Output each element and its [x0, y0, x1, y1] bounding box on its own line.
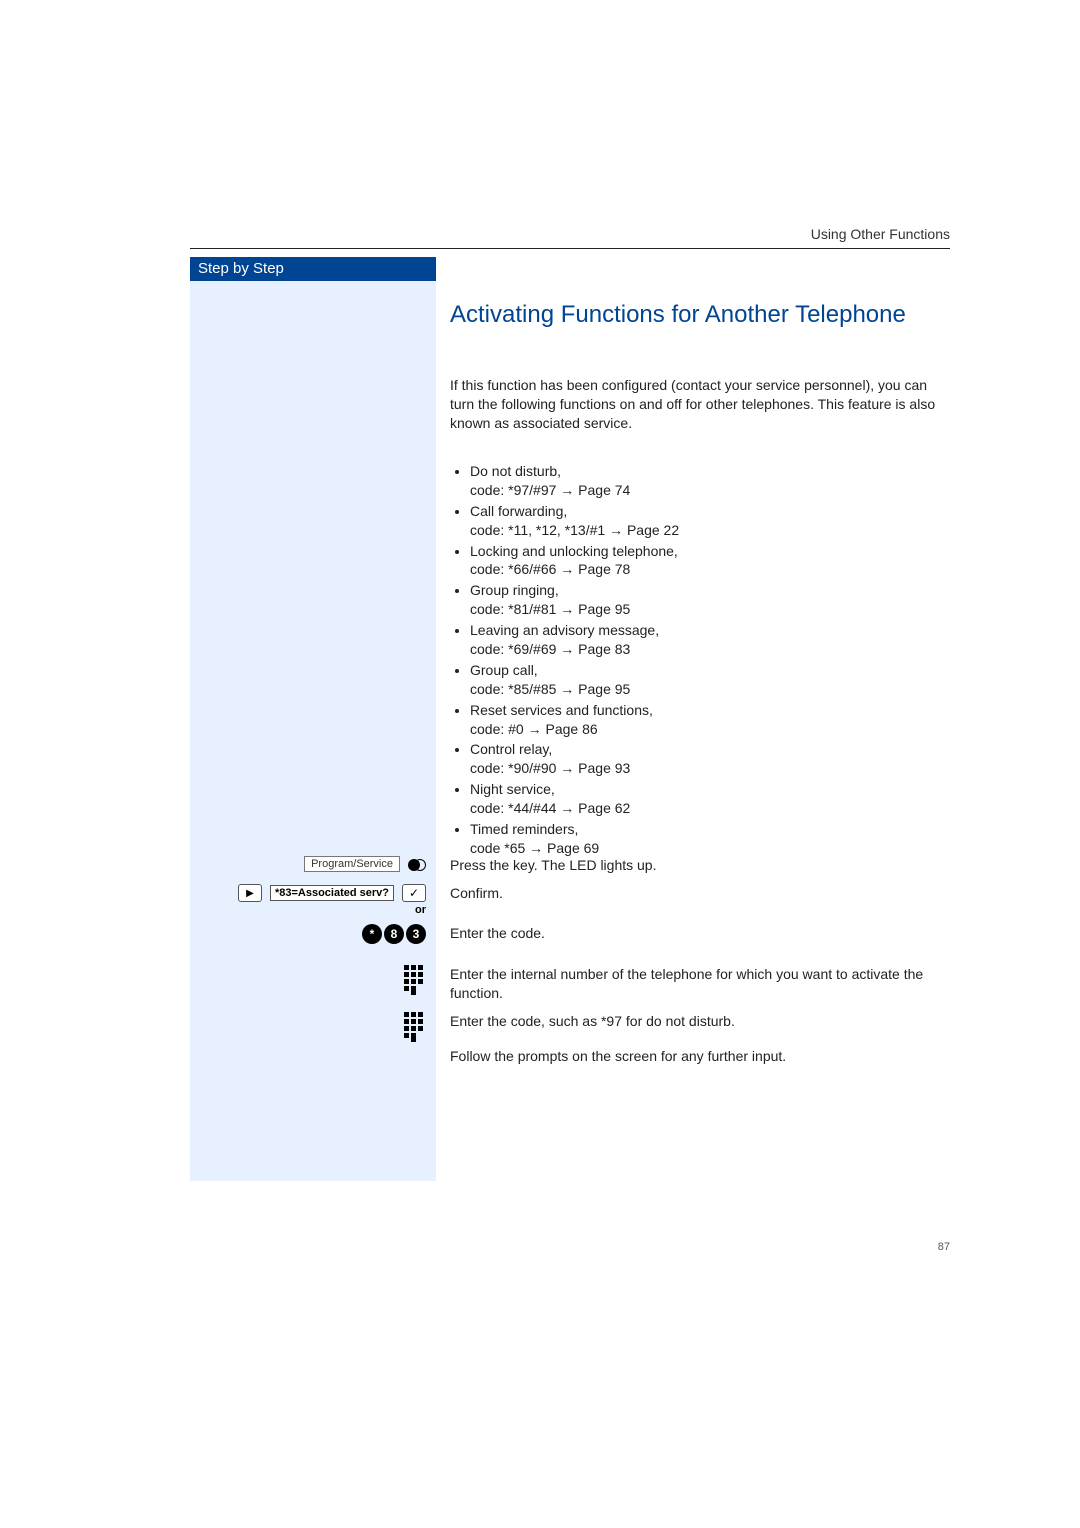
page-number: 87	[938, 1241, 950, 1253]
keypad-icon	[404, 965, 426, 995]
item-label: Reset services and functions,	[470, 702, 653, 718]
feature-list: Do not disturb, code: *97/#97 → Page 74 …	[450, 462, 950, 860]
item-label: Group call,	[470, 662, 538, 678]
item-label: Night service,	[470, 781, 555, 797]
item-label: Control relay,	[470, 741, 552, 757]
display-prompt: *83=Associated serv?	[270, 885, 394, 901]
item-label: Group ringing,	[470, 582, 559, 598]
item-code: code: *66/#66 → Page 78	[470, 560, 950, 579]
list-item: Leaving an advisory message, code: *69/#…	[470, 621, 950, 659]
document-page: Using Other Functions Step by Step Activ…	[0, 0, 1080, 1528]
list-item: Locking and unlocking telephone, code: *…	[470, 542, 950, 580]
item-code: code: *90/#90 → Page 93	[470, 759, 950, 778]
item-label: Do not disturb,	[470, 463, 561, 479]
or-label: or	[415, 904, 426, 916]
key-sequence: * 8 3	[362, 924, 426, 944]
key-star[interactable]: *	[362, 924, 382, 944]
ok-button[interactable]: ✓	[402, 884, 426, 902]
step-text: Enter the code.	[436, 924, 950, 943]
step-text: Enter the code, such as *97 for do not d…	[436, 1012, 950, 1031]
list-item: Call forwarding, code: *11, *12, *13/#1 …	[470, 502, 950, 540]
program-service-key[interactable]: Program/Service	[304, 856, 400, 872]
step-confirm: ▶ *83=Associated serv? ✓ Confirm.	[190, 884, 950, 903]
item-label: Locking and unlocking telephone,	[470, 543, 678, 559]
list-item: Do not disturb, code: *97/#97 → Page 74	[470, 462, 950, 500]
item-label: Leaving an advisory message,	[470, 622, 659, 638]
step-text: Follow the prompts on the screen for any…	[436, 1047, 950, 1066]
keypad-icon	[404, 1012, 426, 1042]
step-follow-prompts: Follow the prompts on the screen for any…	[190, 1047, 950, 1066]
key-3[interactable]: 3	[406, 924, 426, 944]
led-icon	[408, 857, 426, 871]
item-code: code: *44/#44 → Page 62	[470, 799, 950, 818]
scroll-next-button[interactable]: ▶	[238, 884, 262, 902]
list-item: Control relay, code: *90/#90 → Page 93	[470, 740, 950, 778]
list-item: Timed reminders, code *65 → Page 69	[470, 820, 950, 858]
header-rule	[190, 248, 950, 249]
item-code: code: *11, *12, *13/#1 → Page 22	[470, 521, 950, 540]
intro-paragraph: If this function has been configured (co…	[450, 376, 950, 433]
item-code: code: *85/#85 → Page 95	[470, 680, 950, 699]
step-enter-internal: Enter the internal number of the telepho…	[190, 965, 950, 1003]
list-item: Group ringing, code: *81/#81 → Page 95	[470, 581, 950, 619]
step-text: Confirm.	[436, 884, 950, 903]
item-code: code *65 → Page 69	[470, 839, 950, 858]
section-header: Using Other Functions	[811, 226, 950, 242]
item-label: Timed reminders,	[470, 821, 578, 837]
item-code: code: *69/#69 → Page 83	[470, 640, 950, 659]
step-text: Press the key. The LED lights up.	[436, 856, 950, 875]
list-item: Night service, code: *44/#44 → Page 62	[470, 780, 950, 818]
item-code: code: *97/#97 → Page 74	[470, 481, 950, 500]
key-8[interactable]: 8	[384, 924, 404, 944]
sidebar-title: Step by Step	[190, 257, 436, 281]
step-enter-func-code: Enter the code, such as *97 for do not d…	[190, 1012, 950, 1042]
step-text: Enter the internal number of the telepho…	[436, 965, 950, 1003]
item-code: code: *81/#81 → Page 95	[470, 600, 950, 619]
step-or: or	[190, 904, 950, 916]
sidebar-background	[190, 281, 436, 1181]
item-label: Call forwarding,	[470, 503, 567, 519]
page-title: Activating Functions for Another Telepho…	[450, 300, 950, 330]
step-enter-code: * 8 3 Enter the code.	[190, 924, 950, 944]
list-item: Reset services and functions, code: #0 →…	[470, 701, 950, 739]
step-press-key: Program/Service Press the key. The LED l…	[190, 856, 950, 875]
item-code: code: #0 → Page 86	[470, 720, 950, 739]
list-item: Group call, code: *85/#85 → Page 95	[470, 661, 950, 699]
